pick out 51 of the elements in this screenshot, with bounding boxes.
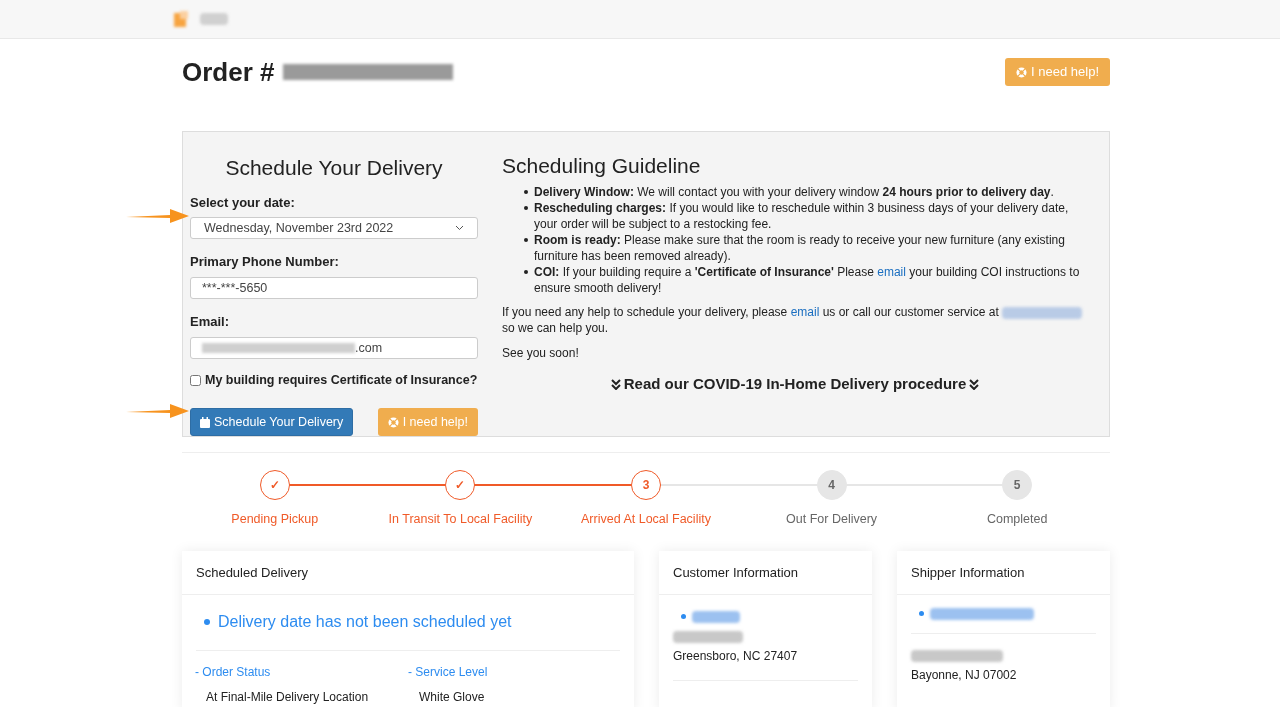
bullet-icon xyxy=(524,270,528,274)
double-chevron-icon xyxy=(969,378,980,390)
help-text: If you need any help to schedule your delivery, please email us or call our customer service at so we can help you. xyxy=(502,304,1088,336)
address-text: Bayonne, NJ 07002 xyxy=(911,666,1018,684)
card-title: Scheduled Delivery xyxy=(196,563,308,582)
address-text: Greensboro, NC 27407 xyxy=(673,647,799,665)
card-title: Customer Information xyxy=(673,563,798,582)
email-link[interactable]: email xyxy=(790,305,820,319)
email-field[interactable]: .com xyxy=(190,336,478,360)
select-value: Wednesday, November 23rd 2022 xyxy=(204,219,394,237)
field-value: At Final-Mile Delivery Location xyxy=(205,688,370,706)
email-value: .com xyxy=(355,339,383,357)
closing-text: See you soon! xyxy=(502,345,580,361)
guideline-item: COI: If your building require a 'Certificate of Insurance' Please email your building COI instructions to ensure smooth delivery! xyxy=(534,264,1081,296)
step-label: In Transit To Local Facility xyxy=(388,511,533,528)
field-label: - Order Status xyxy=(195,663,272,681)
redacted-text xyxy=(673,630,743,643)
status-text: Delivery date has not been scheduled yet xyxy=(218,612,512,633)
field-label: - Service Level xyxy=(408,663,489,681)
schedule-button[interactable]: Schedule Your Delivery xyxy=(190,408,354,436)
bullet-icon xyxy=(524,190,528,194)
lifebuoy-icon xyxy=(387,416,399,428)
field-label: Select your date: xyxy=(190,193,296,212)
covid-link[interactable]: Read our COVID-19 In-Home Delivery procedure xyxy=(610,376,980,392)
field-label: Primary Phone Number: xyxy=(190,253,340,272)
step-label: Completed xyxy=(986,511,1048,528)
guideline-item: Delivery Window: We will contact you with your delivery window 24 hours prior to delivery day. xyxy=(534,184,1054,200)
card-title: Shipper Information xyxy=(911,563,1025,582)
field-value: White Glove xyxy=(418,688,486,706)
step-label: Arrived At Local Facility xyxy=(581,511,711,528)
step-label: Pending Pickup xyxy=(231,511,319,528)
form-title: Schedule Your Delivery xyxy=(224,155,444,181)
chevron-down-icon xyxy=(455,225,464,232)
checkbox-label: My building requires Certificate of Insurance? xyxy=(205,372,478,390)
guideline-item: Rescheduling charges: If you would like to reschedule within 3 business days of your delivery date, your order will be subject to a restocking fee. xyxy=(534,200,1070,232)
order-title: Order # xyxy=(182,55,275,89)
calendar-icon xyxy=(200,416,210,428)
bullet-icon xyxy=(524,206,528,210)
field-label: Email: xyxy=(190,313,230,332)
redacted-text xyxy=(692,610,740,623)
bullet-icon xyxy=(524,238,528,242)
step-label: Out For Delivery xyxy=(786,511,878,528)
guideline-item: Room is ready: Please make sure that the room is ready to receive your new furniture (any existing furniture has been removed already). xyxy=(534,232,1066,264)
coi-checkbox[interactable] xyxy=(190,375,201,387)
double-chevron-icon xyxy=(610,378,621,390)
email-link[interactable]: email xyxy=(877,265,906,279)
guideline-title: Scheduling Guideline xyxy=(502,153,702,179)
lifebuoy-icon xyxy=(1016,66,1028,78)
date-select[interactable]: Wednesday, November 23rd 2022 xyxy=(190,217,478,240)
phone-field[interactable]: ***-***-5650 xyxy=(190,276,478,300)
redacted-text xyxy=(200,13,228,25)
